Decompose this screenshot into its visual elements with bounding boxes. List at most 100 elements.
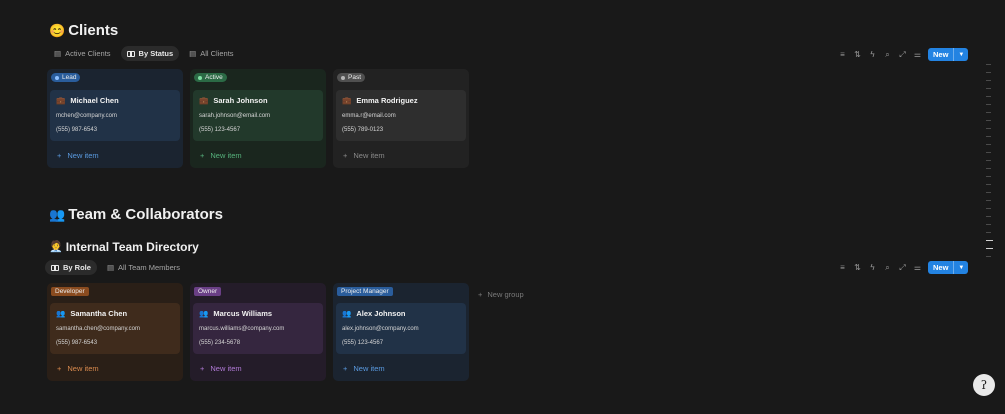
status-badge: Active xyxy=(194,73,227,82)
team-title: Team & Collaborators xyxy=(68,206,223,223)
board-column-developer: Developer 👥 Samantha Chen samantha.chen@c… xyxy=(47,283,183,381)
help-icon: ʔ xyxy=(980,378,988,392)
card-title: Sarah Johnson xyxy=(213,96,268,105)
card-title: Emma Rodriguez xyxy=(356,96,418,105)
plus-icon: + xyxy=(478,290,483,299)
board-column-lead: Lead 💼 Michael Chen mchen@company.com (55… xyxy=(47,69,183,168)
card-email: emma.r@email.com xyxy=(342,113,396,119)
expand-icon[interactable]: ⤢ xyxy=(898,263,907,273)
new-item-button[interactable]: + New item xyxy=(343,364,385,373)
team-card[interactable]: 👥 Alex Johnson alex.johnson@company.com (… xyxy=(336,303,466,354)
directory-emoji-icon: 🧑‍💼 xyxy=(49,240,63,253)
board-view-icon xyxy=(51,264,59,271)
clients-toolbar: ≡ ⇅ ϟ ⌕ ⤢ ⚌ New ▼ xyxy=(838,48,969,61)
team-card[interactable]: 👥 Samantha Chen samantha.chen@company.com… xyxy=(50,303,180,354)
client-card[interactable]: 💼 Michael Chen mchen@company.com (555) 98… xyxy=(50,90,180,141)
status-dot-icon xyxy=(55,75,59,80)
settings-icon[interactable]: ⚌ xyxy=(913,263,922,272)
plus-icon: + xyxy=(343,151,348,160)
tab-active-clients[interactable]: ▤ Active Clients xyxy=(48,46,117,61)
new-item-button[interactable]: + New item xyxy=(200,364,242,373)
clients-emoji-icon: 😊 xyxy=(49,23,66,38)
card-title: Samantha Chen xyxy=(70,309,128,318)
card-phone: (555) 987-6543 xyxy=(56,127,98,133)
role-badge: Developer xyxy=(51,287,89,296)
tab-all-team-members[interactable]: ▤ All Team Members xyxy=(101,260,186,275)
search-icon[interactable]: ⌕ xyxy=(883,50,892,60)
plus-icon: + xyxy=(200,151,205,160)
plus-icon: + xyxy=(343,364,348,373)
role-badge: Project Manager xyxy=(337,287,393,296)
card-email: samantha.chen@company.com xyxy=(56,326,141,332)
team-heading: 👥 Team & Collaborators xyxy=(49,206,223,223)
people-icon: 👥 xyxy=(56,309,66,318)
sort-icon[interactable]: ⇅ xyxy=(853,50,862,59)
new-item-button[interactable]: + New item xyxy=(343,151,385,160)
card-title: Marcus Williams xyxy=(213,309,273,318)
card-phone: (555) 123-4567 xyxy=(342,340,384,346)
new-item-button[interactable]: + New item xyxy=(200,151,242,160)
chevron-down-icon[interactable]: ▼ xyxy=(953,261,968,274)
help-button[interactable]: ʔ xyxy=(973,374,995,396)
briefcase-icon: 💼 xyxy=(56,96,66,105)
card-email: alex.johnson@company.com xyxy=(342,326,419,332)
card-email: mchen@company.com xyxy=(56,113,118,119)
automation-icon[interactable]: ϟ xyxy=(868,263,877,272)
tab-by-role[interactable]: By Role xyxy=(45,260,97,275)
clients-title: Clients xyxy=(68,22,119,39)
role-badge: Owner xyxy=(194,287,222,296)
card-phone: (555) 987-6543 xyxy=(56,340,98,346)
directory-title: Internal Team Directory xyxy=(65,240,199,254)
status-badge: Lead xyxy=(51,73,81,82)
chevron-down-icon[interactable]: ▼ xyxy=(953,48,968,61)
card-title: Michael Chen xyxy=(70,96,119,105)
board-view-icon xyxy=(126,50,135,57)
card-email: marcus.williams@company.com xyxy=(199,326,285,332)
team-emoji-icon: 👥 xyxy=(49,207,66,222)
card-phone: (555) 123-4567 xyxy=(199,127,241,133)
plus-icon: + xyxy=(57,151,62,160)
people-icon: 👥 xyxy=(342,309,352,318)
plus-icon: + xyxy=(57,364,62,373)
status-dot-icon xyxy=(198,75,202,80)
new-item-button[interactable]: + New item xyxy=(57,364,99,373)
clients-view-tabs: ▤ Active Clients By Status ▤ All Clients xyxy=(48,46,240,61)
automation-icon[interactable]: ϟ xyxy=(868,50,877,59)
search-icon[interactable]: ⌕ xyxy=(883,263,892,273)
card-title: Alex Johnson xyxy=(356,309,406,318)
board-column-project-manager: Project Manager 👥 Alex Johnson alex.johns… xyxy=(333,283,469,381)
expand-icon[interactable]: ⤢ xyxy=(898,50,907,60)
briefcase-icon: 💼 xyxy=(342,96,352,105)
board-column-past: Past 💼 Emma Rodriguez emma.r@email.com (5… xyxy=(333,69,469,168)
new-group-button[interactable]: + New group xyxy=(478,290,524,299)
tab-all-clients[interactable]: ▤ All Clients xyxy=(183,46,239,61)
status-badge: Past xyxy=(337,73,366,82)
table-view-icon: ▤ xyxy=(54,49,62,58)
directory-view-tabs: By Role ▤ All Team Members xyxy=(45,260,186,275)
card-phone: (555) 789-0123 xyxy=(342,127,384,133)
page-outline-scrollbar[interactable] xyxy=(986,64,994,264)
board-column-owner: Owner 👥 Marcus Williams marcus.williams@c… xyxy=(190,283,326,381)
filter-icon[interactable]: ≡ xyxy=(838,263,847,272)
status-dot-icon xyxy=(341,75,345,80)
table-view-icon: ▤ xyxy=(106,263,115,272)
team-card[interactable]: 👥 Marcus Williams marcus.williams@company… xyxy=(193,303,323,354)
settings-icon[interactable]: ⚌ xyxy=(913,50,922,59)
filter-icon[interactable]: ≡ xyxy=(838,50,847,59)
new-button[interactable]: New ▼ xyxy=(928,48,969,61)
new-item-button[interactable]: + New item xyxy=(57,151,99,160)
client-card[interactable]: 💼 Sarah Johnson sarah.johnson@email.com (… xyxy=(193,90,323,141)
client-card[interactable]: 💼 Emma Rodriguez emma.r@email.com (555) 7… xyxy=(336,90,466,141)
briefcase-icon: 💼 xyxy=(199,96,209,105)
board-column-active: Active 💼 Sarah Johnson sarah.johnson@emai… xyxy=(190,69,326,168)
new-button[interactable]: New ▼ xyxy=(928,261,969,274)
card-phone: (555) 234-5678 xyxy=(199,340,241,346)
plus-icon: + xyxy=(200,364,205,373)
clients-heading: 😊 Clients xyxy=(49,22,118,39)
directory-heading: 🧑‍💼 Internal Team Directory xyxy=(49,240,199,254)
sort-icon[interactable]: ⇅ xyxy=(853,263,862,272)
table-view-icon: ▤ xyxy=(189,49,197,58)
tab-by-status[interactable]: By Status xyxy=(120,46,180,61)
people-icon: 👥 xyxy=(199,309,209,318)
card-email: sarah.johnson@email.com xyxy=(199,113,271,119)
